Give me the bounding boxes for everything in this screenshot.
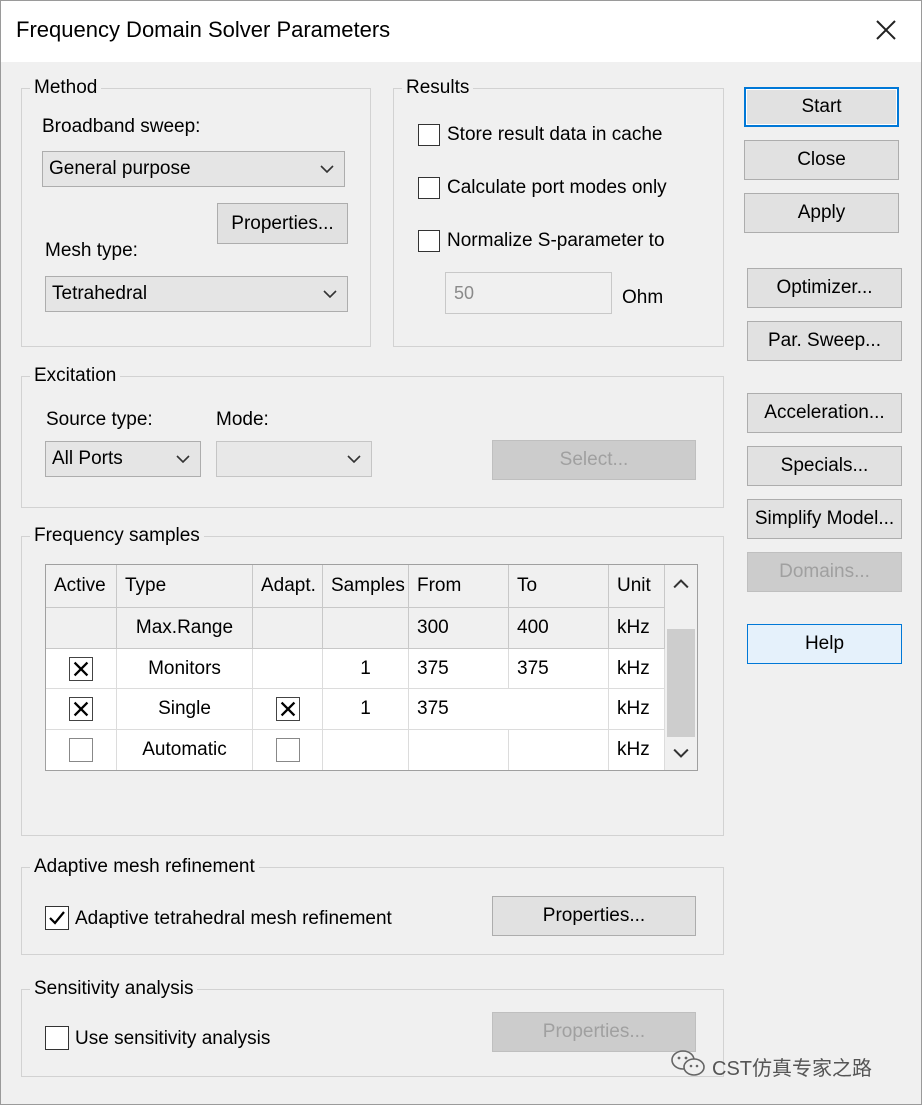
table-row-1-type[interactable]: Monitors: [117, 649, 253, 689]
source-type-label: Source type:: [46, 409, 153, 430]
method-group-label: Method: [30, 77, 102, 99]
apply-button[interactable]: Apply: [744, 193, 899, 233]
method-properties-button[interactable]: Properties...: [217, 203, 348, 244]
chevron-down-icon: [323, 290, 337, 298]
table-row-0-to: 400: [509, 608, 609, 649]
column-header-active[interactable]: Active: [46, 565, 117, 608]
start-button[interactable]: Start: [744, 87, 899, 127]
mode-combo[interactable]: [216, 441, 372, 477]
table-row-3-samples[interactable]: [323, 730, 409, 770]
frequency-samples-label: Frequency samples: [30, 525, 204, 547]
broadband-sweep-combo[interactable]: General purpose: [42, 151, 345, 187]
table-row-1-active[interactable]: [46, 649, 117, 689]
table-row-1-adapt[interactable]: [253, 649, 323, 689]
normalize-label: Normalize S-parameter to: [447, 230, 665, 251]
table-row-1-samples[interactable]: 1: [323, 649, 409, 689]
table-row-3-to[interactable]: [509, 730, 609, 770]
par-sweep-button[interactable]: Par. Sweep...: [747, 321, 902, 361]
table-row-1-from[interactable]: 375: [409, 649, 509, 689]
adaptive-mesh-checkbox[interactable]: [45, 906, 69, 930]
domains-button[interactable]: Domains...: [747, 552, 902, 592]
store-cache-label: Store result data in cache: [447, 124, 663, 145]
column-header-samples[interactable]: Samples: [323, 565, 409, 608]
source-type-combo[interactable]: All Ports: [45, 441, 201, 477]
column-header-to[interactable]: To: [509, 565, 609, 608]
close-icon[interactable]: [872, 16, 900, 44]
table-row-1-unit[interactable]: kHz: [609, 649, 665, 689]
broadband-sweep-value: General purpose: [49, 158, 191, 179]
column-header-type[interactable]: Type: [117, 565, 253, 608]
ohm-unit-label: Ohm: [622, 287, 664, 308]
select-button[interactable]: Select...: [492, 440, 696, 480]
frequency-samples-grid: Active Type Adapt. Samples From To Unit …: [45, 564, 698, 771]
checked-x-icon[interactable]: [275, 697, 300, 721]
table-row-2-unit[interactable]: kHz: [609, 689, 665, 730]
adaptive-mesh-label: Adaptive mesh refinement: [30, 856, 259, 878]
close-button[interactable]: Close: [744, 140, 899, 180]
sensitivity-checkbox-label: Use sensitivity analysis: [75, 1028, 271, 1049]
help-button[interactable]: Help: [747, 624, 902, 664]
results-group-label: Results: [402, 77, 474, 99]
table-row-3-unit[interactable]: kHz: [609, 730, 665, 770]
window-title: Frequency Domain Solver Parameters: [16, 17, 391, 42]
chevron-down-icon: [320, 165, 334, 173]
table-row-2-type[interactable]: Single: [117, 689, 253, 730]
table-row-2-from[interactable]: 375: [409, 689, 609, 730]
unchecked-box-icon[interactable]: [69, 738, 93, 762]
table-row-3-from[interactable]: [409, 730, 509, 770]
table-row-3-type[interactable]: Automatic: [117, 730, 253, 770]
table-row-1-to[interactable]: 375: [509, 649, 609, 689]
table-row-3-active[interactable]: [46, 730, 117, 770]
column-header-unit[interactable]: Unit: [609, 565, 665, 608]
scroll-up-icon[interactable]: [673, 579, 689, 589]
table-row-2-adapt[interactable]: [253, 689, 323, 730]
table-row-0-unit: kHz: [609, 608, 665, 649]
simplify-model-button[interactable]: Simplify Model...: [747, 499, 902, 539]
port-modes-label: Calculate port modes only: [447, 177, 667, 198]
mesh-type-value: Tetrahedral: [52, 283, 148, 304]
sensitivity-checkbox[interactable]: [45, 1026, 69, 1050]
chevron-down-icon: [176, 455, 190, 463]
optimizer-button[interactable]: Optimizer...: [747, 268, 902, 308]
mode-label: Mode:: [216, 409, 269, 430]
table-row-2-active[interactable]: [46, 689, 117, 730]
source-type-value: All Ports: [52, 448, 123, 469]
adaptive-mesh-checkbox-label: Adaptive tetrahedral mesh refinement: [75, 908, 392, 929]
excitation-group-label: Excitation: [30, 365, 121, 387]
chevron-down-icon: [347, 455, 361, 463]
table-row-0-active: [46, 608, 117, 649]
sensitivity-label: Sensitivity analysis: [30, 978, 198, 1000]
unchecked-box-icon[interactable]: [275, 738, 300, 762]
adaptive-properties-button[interactable]: Properties...: [492, 896, 696, 936]
table-row-0-from: 300: [409, 608, 509, 649]
checked-x-icon[interactable]: [69, 697, 93, 721]
broadband-sweep-label: Broadband sweep:: [42, 116, 201, 137]
specials-button[interactable]: Specials...: [747, 446, 902, 486]
ohm-input[interactable]: 50: [445, 272, 612, 314]
acceleration-button[interactable]: Acceleration...: [747, 393, 902, 433]
watermark-text: CST仿真专家之路: [712, 1058, 872, 1080]
table-row-0-adapt: [253, 608, 323, 649]
column-header-adapt[interactable]: Adapt.: [253, 565, 323, 608]
checked-x-icon[interactable]: [69, 656, 93, 681]
table-row-0-samples: [323, 608, 409, 649]
port-modes-checkbox[interactable]: [418, 177, 440, 199]
mesh-type-label: Mesh type:: [45, 240, 138, 261]
scrollbar-thumb[interactable]: [667, 629, 695, 737]
table-row-0-type: Max.Range: [117, 608, 253, 649]
table-row-2-samples[interactable]: 1: [323, 689, 409, 730]
normalize-checkbox[interactable]: [418, 230, 440, 252]
wechat-icon: [671, 1050, 705, 1076]
sensitivity-properties-button[interactable]: Properties...: [492, 1012, 696, 1052]
mesh-type-combo[interactable]: Tetrahedral: [45, 276, 348, 312]
table-row-3-adapt[interactable]: [253, 730, 323, 770]
store-cache-checkbox[interactable]: [418, 124, 440, 146]
scroll-down-icon[interactable]: [673, 748, 689, 758]
column-header-from[interactable]: From: [409, 565, 509, 608]
